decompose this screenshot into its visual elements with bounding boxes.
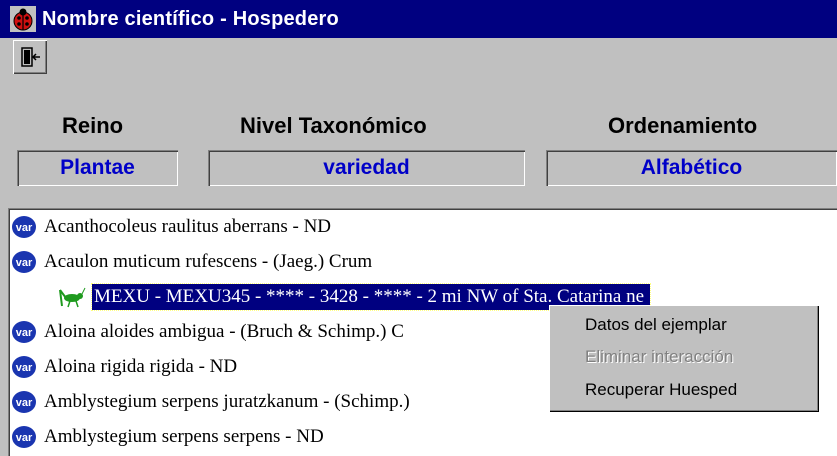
menu-item-datos-del-ejemplar[interactable]: Datos del ejemplar <box>585 311 727 339</box>
list-item-label: Aloina aloides ambigua - (Bruch & Schimp… <box>44 321 404 342</box>
context-menu: Datos del ejemplar Eliminar interacción … <box>549 305 819 412</box>
list-item-label: Amblystegium serpens serpens - ND <box>44 426 324 447</box>
exit-button[interactable] <box>13 40 47 74</box>
svg-text:var: var <box>16 397 33 409</box>
var-icon: var <box>12 356 36 378</box>
nivel-taxonomico-field[interactable]: variedad <box>208 150 525 186</box>
menu-item-recuperar-huesped[interactable]: Recuperar Huesped <box>585 376 737 404</box>
list-item[interactable]: var Acanthocoleus raulitus aberrans - ND <box>8 212 331 242</box>
svg-text:var: var <box>16 222 33 234</box>
list-item-label: Acanthocoleus raulitus aberrans - ND <box>44 216 332 237</box>
var-icon: var <box>12 321 36 343</box>
list-item-label: Amblystegium serpens juratzkanum - (Schi… <box>44 391 410 412</box>
nivel-taxonomico-header: Nivel Taxonómico <box>240 113 427 138</box>
svg-text:var: var <box>16 432 33 444</box>
list-item-label: Aloina rigida rigida - ND <box>44 356 238 377</box>
reino-field[interactable]: Plantae <box>17 150 178 186</box>
list-item[interactable]: var Amblystegium serpens juratzkanum - (… <box>8 387 410 417</box>
var-icon: var <box>12 426 36 448</box>
list-item[interactable]: var Amblystegium serpens serpens - ND <box>8 422 324 452</box>
menu-item-eliminar-interaccion: Eliminar interacción <box>585 347 734 366</box>
toolbar <box>0 38 837 108</box>
door-exit-icon <box>21 47 40 67</box>
svg-text:var: var <box>16 362 33 374</box>
reino-header: Reino <box>62 113 124 138</box>
var-icon: var <box>12 216 36 238</box>
svg-text:var: var <box>16 327 33 339</box>
list-item-label: Acaulon muticum rufescens - (Jaeg.) Crum <box>44 251 373 272</box>
list-item[interactable]: var Aloina rigida rigida - ND <box>8 352 237 382</box>
ordenamiento-field[interactable]: Alfabético <box>546 150 837 186</box>
list-item[interactable]: var Aloina aloides ambigua - (Bruch & Sc… <box>8 317 404 347</box>
window-title: Nombre científico - Hospedero <box>42 7 339 30</box>
ladybug-icon <box>10 6 36 32</box>
var-icon: var <box>12 391 36 413</box>
title-bar: Nombre científico - Hospedero <box>0 0 837 38</box>
svg-text:var: var <box>16 257 33 269</box>
ordenamiento-header: Ordenamiento <box>608 113 758 138</box>
var-icon: var <box>12 251 36 273</box>
list-item[interactable]: var Acaulon muticum rufescens - (Jaeg.) … <box>8 247 372 277</box>
grasshopper-icon <box>59 287 86 308</box>
